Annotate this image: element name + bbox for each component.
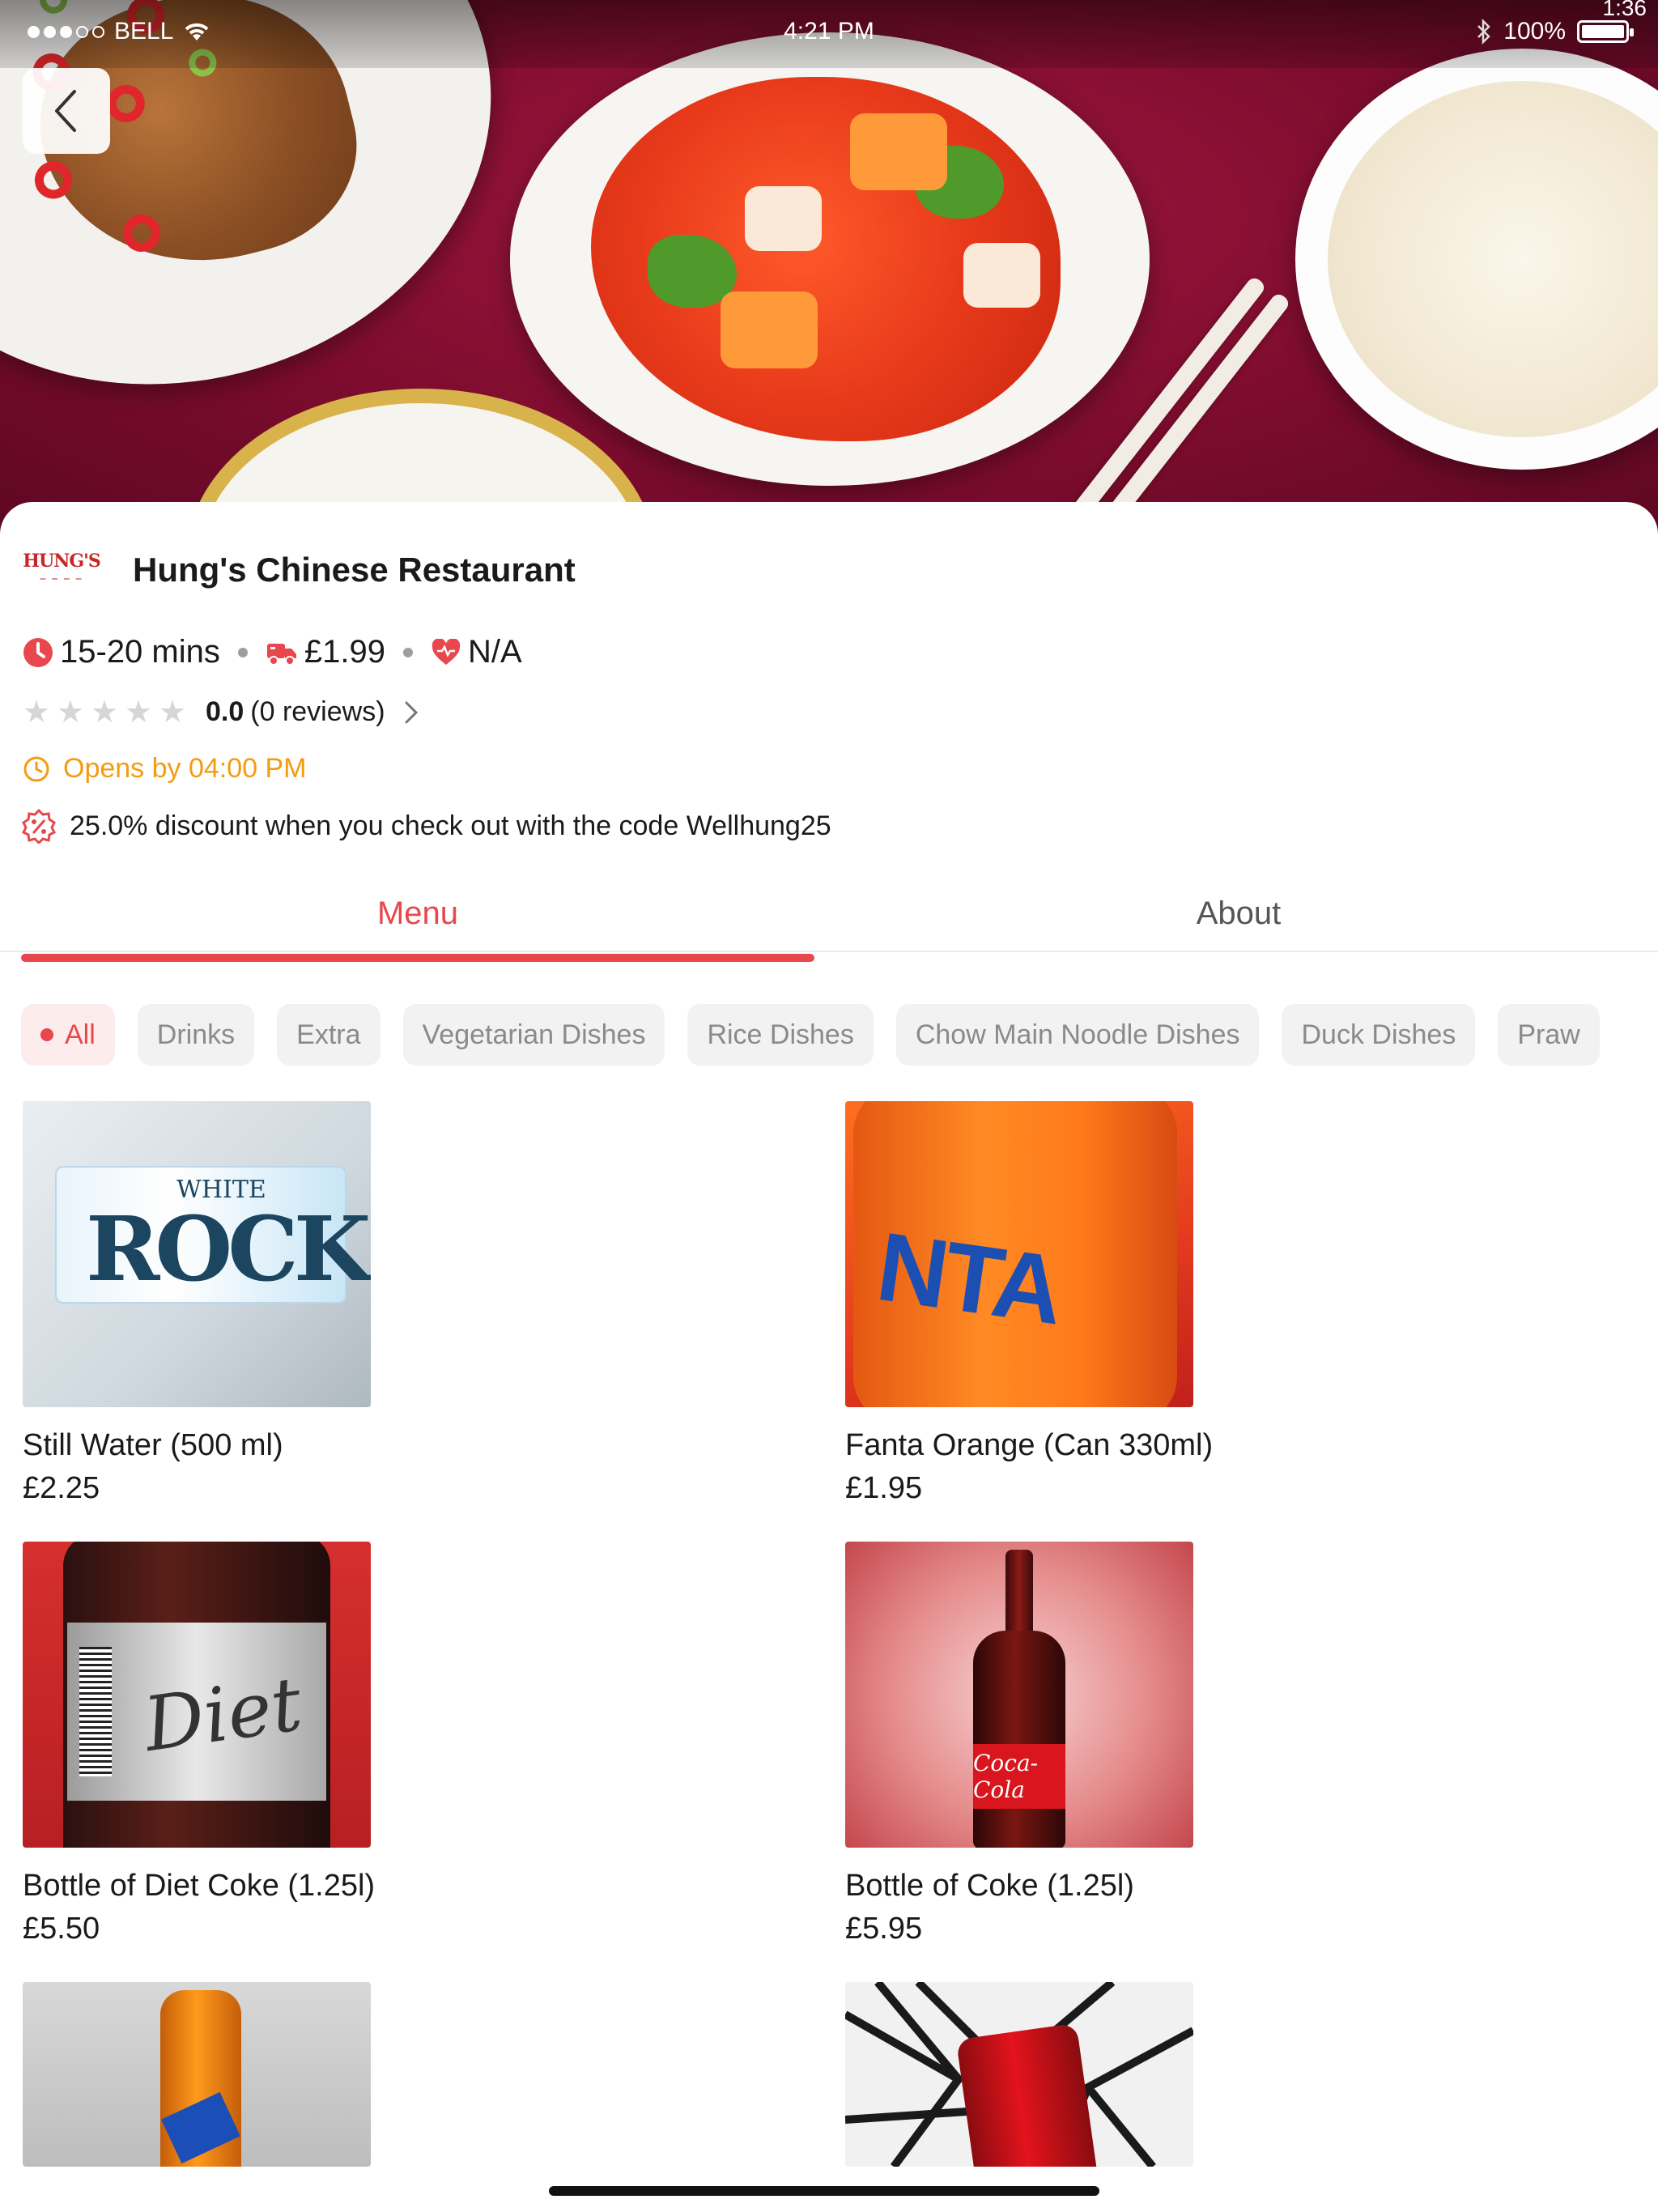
battery-icon [1577,20,1634,43]
star-icon: ★ [125,695,153,730]
battery-percent: 100% [1503,18,1566,45]
product-name: Bottle of Diet Coke (1.25l) [23,1869,376,1903]
hero-image [0,0,1658,534]
promo-banner: 25.0% discount when you check out with t… [21,808,831,844]
category-filter: All Drinks Extra Vegetarian Dishes Rice … [21,1004,1600,1066]
chevron-left-icon [55,90,76,132]
category-chip-duck[interactable]: Duck Dishes [1282,1004,1476,1066]
category-chip-rice[interactable]: Rice Dishes [687,1004,874,1066]
rating-row[interactable]: ★ ★ ★ ★ ★ 0.0 (0 reviews) [23,696,419,728]
delivery-info: 15-20 mins £1.99 N/A [23,634,522,670]
promo-text: 25.0% discount when you check out with t… [70,810,831,841]
star-icon: ★ [57,695,85,730]
product-price: £1.95 [845,1471,923,1505]
category-chip-extra[interactable]: Extra [277,1004,380,1066]
product-image [23,1982,371,2167]
opening-hours: Opens by 04:00 PM [23,753,307,785]
restaurant-logo: HUNG'S — — — — [23,551,100,582]
product-price: £5.50 [23,1912,100,1946]
category-chip-chow-mein[interactable]: Chow Main Noodle Dishes [895,1004,1260,1066]
product-card[interactable]: Diet Bottle of Diet Coke (1.25l) £5.50 [23,1542,751,1946]
product-price: £2.25 [23,1471,100,1505]
tab-active-indicator [21,954,814,962]
opens-text: Opens by 04:00 PM [63,753,307,784]
category-chip-drinks[interactable]: Drinks [137,1004,255,1066]
review-count: (0 reviews) [250,696,385,727]
status-bar: BELL 4:21 PM 100% 1:36 [0,0,1658,68]
discount-badge-icon [21,808,57,844]
rating-value: 0.0 [206,696,244,727]
category-chip-vegetarian[interactable]: Vegetarian Dishes [402,1004,665,1066]
star-icon: ★ [23,695,51,730]
restaurant-header: HUNG'S — — — — Hung's Chinese Restaurant [23,551,576,589]
category-chip-all[interactable]: All [21,1004,115,1066]
clock-icon [23,637,53,668]
separator-dot [402,647,413,657]
delivery-time: 15-20 mins [60,634,220,670]
tab-bar: Menu About [0,874,1658,952]
product-image: Diet [23,1542,371,1848]
product-card[interactable]: NTA Fanta Orange (Can 330ml) £1.95 [845,1101,1574,1506]
product-image: Coca-Cola [845,1542,1193,1848]
separator-dot [237,647,248,657]
product-image [845,1982,1193,2167]
product-image: WHITE ROCK [23,1101,371,1407]
star-rating: ★ ★ ★ ★ ★ [23,695,187,730]
product-card[interactable] [23,1982,751,2167]
plate-sweet-sour [510,32,1150,486]
delivery-fee: £1.99 [304,634,385,670]
star-icon: ★ [159,695,187,730]
heart-hygiene-icon [431,638,461,666]
restaurant-name: Hung's Chinese Restaurant [133,551,576,589]
clock-outline-icon [23,756,49,781]
status-time: 4:21 PM [784,18,874,45]
home-indicator[interactable] [549,2186,1099,2196]
back-button[interactable] [23,68,110,154]
tab-about[interactable]: About [842,874,1635,952]
product-image: NTA [845,1101,1193,1407]
category-chip-prawn[interactable]: Praw [1498,1004,1600,1066]
product-price: £5.95 [845,1912,923,1946]
tab-menu[interactable]: Menu [21,874,814,952]
bowl-rice [1295,49,1658,470]
bluetooth-icon [1477,19,1491,45]
product-name: Fanta Orange (Can 330ml) [845,1428,1214,1462]
product-card[interactable]: WHITE ROCK Still Water (500 ml) £2.25 [23,1101,751,1506]
star-icon: ★ [91,695,119,730]
chevron-right-icon [403,700,419,725]
product-card[interactable] [845,1982,1574,2167]
delivery-truck-icon [266,639,298,666]
corner-time: 1:36 [1602,0,1647,20]
product-card[interactable]: Coca-Cola Bottle of Coke (1.25l) £5.95 [845,1542,1574,1946]
hygiene-rating: N/A [467,634,522,670]
product-name: Still Water (500 ml) [23,1428,283,1462]
product-name: Bottle of Coke (1.25l) [845,1869,1134,1903]
